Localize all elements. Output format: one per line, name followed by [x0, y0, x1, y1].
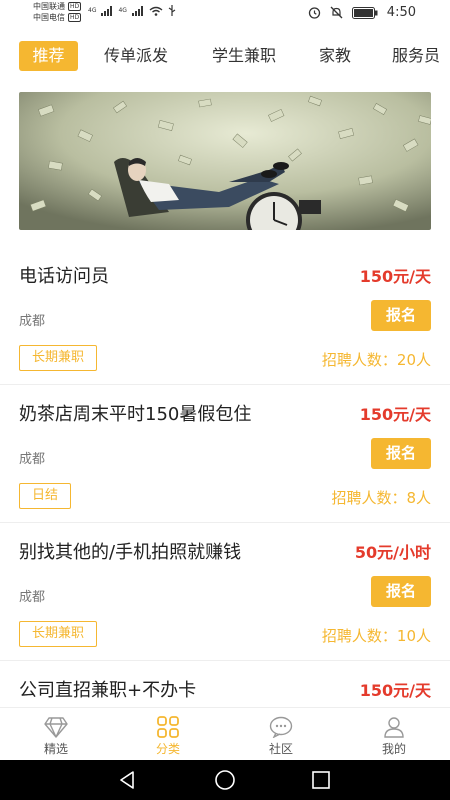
recruit-count: 招聘人数：8人: [331, 489, 431, 507]
carrier-1: 中国联通: [33, 2, 65, 11]
network-type-2: 4G: [118, 7, 127, 14]
tab-recommended[interactable]: 推荐: [19, 41, 78, 71]
apply-button[interactable]: 报名: [371, 576, 431, 607]
status-right: 4:50: [308, 5, 416, 20]
job-salary: 150元/天: [359, 681, 431, 700]
signal-icon: [131, 5, 143, 16]
hd-badge: HD: [68, 2, 82, 11]
network-type-1: 4G: [88, 7, 97, 14]
nav-community[interactable]: 社区: [243, 708, 319, 761]
tab-flyer-distribution[interactable]: 传单派发: [104, 41, 168, 71]
job-salary: 150元/天: [359, 267, 431, 286]
nav-label: 社区: [268, 742, 293, 756]
signal-icon: [101, 5, 113, 16]
job-title: 别找其他的/手机拍照就赚钱: [19, 542, 242, 563]
nav-label: 分类: [155, 742, 180, 756]
job-card[interactable]: 电话访问员 150元/天 成都 报名 长期兼职 招聘人数：20人: [0, 247, 450, 385]
chat-bubble-icon: [269, 716, 293, 738]
job-city: 成都: [19, 590, 46, 605]
job-salary: 50元/小时: [354, 543, 431, 562]
job-title: 奶茶店周末平时150暑假包住: [19, 404, 252, 425]
job-title: 电话访问员: [19, 266, 109, 287]
tab-waiter[interactable]: 服务员: [392, 41, 440, 71]
bottom-nav: 精选 分类 社区 我的: [0, 707, 450, 760]
job-tag: 日结: [19, 483, 72, 509]
person-icon: [384, 717, 404, 738]
recruit-count: 招聘人数：20人: [321, 351, 431, 369]
back-icon[interactable]: [117, 769, 139, 791]
recruit-count: 招聘人数：10人: [321, 627, 431, 645]
signal-group: 4G 4G: [88, 5, 176, 16]
clock: 4:50: [386, 5, 416, 20]
carrier-info: 中国联通 HD 中国电信 HD: [33, 1, 82, 23]
status-bar: 中国联通 HD 中国电信 HD 4G 4G 4:50: [0, 0, 450, 28]
alarm-icon: [308, 7, 320, 19]
promo-banner[interactable]: [19, 92, 431, 230]
nav-label: 精选: [43, 742, 68, 756]
category-tabs: 推荐 传单派发 学生兼职 家教 服务员: [0, 38, 450, 74]
home-icon[interactable]: [214, 769, 236, 791]
apply-button[interactable]: 报名: [371, 300, 431, 331]
recents-icon[interactable]: [310, 769, 332, 791]
nav-featured[interactable]: 精选: [18, 708, 94, 761]
tab-student-part-time[interactable]: 学生兼职: [212, 41, 276, 71]
job-tag: 长期兼职: [19, 345, 98, 371]
job-card[interactable]: 别找其他的/手机拍照就赚钱 50元/小时 成都 报名 长期兼职 招聘人数：10人: [0, 523, 450, 661]
job-city: 成都: [19, 452, 46, 467]
job-city: 成都: [19, 314, 46, 329]
tab-tutoring[interactable]: 家教: [319, 41, 351, 71]
diamond-icon: [44, 717, 68, 738]
system-nav-bar: [0, 760, 450, 800]
job-card[interactable]: 奶茶店周末平时150暑假包住 150元/天 成都 报名 日结 招聘人数：8人: [0, 385, 450, 523]
nav-categories[interactable]: 分类: [130, 708, 206, 761]
job-title: 公司直招兼职+不办卡: [19, 680, 197, 701]
banner-image: [19, 92, 431, 230]
job-tag: 长期兼职: [19, 621, 98, 647]
nav-label: 我的: [381, 742, 406, 756]
apply-button[interactable]: 报名: [371, 438, 431, 469]
battery-icon: [351, 6, 378, 19]
app-screen: 中国联通 HD 中国电信 HD 4G 4G 4:50 推荐 传单派发 学生兼职 家教…: [0, 0, 450, 800]
carrier-2: 中国电信: [33, 13, 65, 22]
hd-badge: HD: [68, 13, 82, 22]
grid-icon: [157, 716, 179, 738]
wifi-icon: [149, 6, 163, 16]
job-salary: 150元/天: [359, 405, 431, 424]
mute-icon: [330, 6, 343, 19]
usb-icon: [168, 5, 176, 16]
nav-profile[interactable]: 我的: [356, 708, 432, 761]
